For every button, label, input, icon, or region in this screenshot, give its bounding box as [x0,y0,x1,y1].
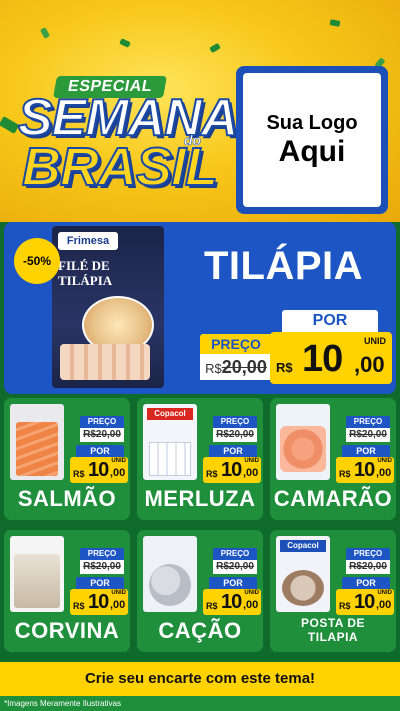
old-price: R$20,00 [346,428,390,442]
new-price: UNID R$ 10 ,00 [336,457,394,483]
unit-label: UNID [377,590,392,596]
featured-offer[interactable]: Frimesa FILÉ DE TILÁPIA -50% TILÁPIA PRE… [4,222,396,394]
por-label: POR [76,445,124,457]
price-integer: 10 [354,459,375,481]
new-price: UNID R$ 10 ,00 [203,457,261,483]
unit-label: UNID [377,458,392,464]
new-price: UNID R$ 10 ,00 [70,589,128,615]
por-label: POR [209,577,257,589]
product-card-cacao[interactable]: PREÇO R$20,00 POR UNID R$ 10 ,00 CAÇÃO [137,530,263,652]
price-cents: ,00 [243,467,259,479]
product-name: SALMÃO [17,486,117,511]
old-price: R$20,00 [346,560,390,574]
featured-price-integer: 10 [302,338,343,380]
discount-badge: -50% [14,238,60,284]
featured-product-image: Frimesa FILÉ DE TILÁPIA [52,226,164,388]
currency: R$ [206,601,218,611]
product-name: CAMARÃO [273,486,393,511]
product-brand: Copacol [147,408,193,420]
price-integer: 10 [88,591,109,613]
product-name: CAÇÃO [158,618,242,643]
confetti-decoration [209,42,221,54]
featured-old-prefix: R$ [205,361,222,376]
merluza-product-image: Copacol [143,404,197,480]
product-brand: Copacol [280,540,326,552]
logo-text-line1: Sua Logo [266,111,358,134]
disclaimer-text: *Imagens Meramente Ilustrativas [0,696,400,711]
product-card-corvina[interactable]: PREÇO R$20,00 POR UNID R$ 10 ,00 CORVINA [4,530,130,652]
price-integer: 10 [221,459,242,481]
unit-label: UNID [111,458,126,464]
unit-label: UNID [244,590,259,596]
old-price: R$20,00 [213,560,257,574]
preco-label: PREÇO [346,548,390,560]
preco-label: PREÇO [213,548,257,560]
por-label: POR [209,445,257,457]
product-package-label: FILÉ DE TILÁPIA [58,258,113,288]
product-card-camarao[interactable]: PREÇO R$20,00 POR UNID R$ 10 ,00 CAMARÃO [270,398,396,520]
old-price: R$20,00 [80,560,124,574]
product-brand: Frimesa [58,232,118,250]
unit-label: UNID [244,458,259,464]
product-name: POSTA DE TILAPIA [300,616,365,644]
price-integer: 10 [354,591,375,613]
currency: R$ [206,469,218,479]
por-label: POR [342,577,390,589]
corvina-product-image [10,536,64,612]
preco-label: PREÇO [213,416,257,428]
confetti-decoration [39,27,51,39]
featured-old-value: 20,00 [221,357,267,377]
price-cents: ,00 [376,599,392,611]
price-cents: ,00 [110,467,126,479]
product-card-merluza[interactable]: Copacol PREÇO R$20,00 POR UNID R$ 10 ,00… [137,398,263,520]
por-label: POR [76,577,124,589]
featured-por-label: POR [282,310,378,332]
confetti-decoration [329,19,341,27]
currency: R$ [73,469,85,479]
new-price: UNID R$ 10 ,00 [203,589,261,615]
preco-label: PREÇO [346,416,390,428]
shrimp-product-image [276,404,330,480]
cacao-product-image [143,536,197,612]
featured-preco-label: PREÇO [200,334,272,354]
salmon-product-image [10,404,64,480]
new-price: UNID R$ 10 ,00 [70,457,128,483]
logo-text-line2: Aqui [278,134,346,168]
product-card-salmao[interactable]: PREÇO R$20,00 POR UNID R$ 10 ,00 SALMÃO [4,398,130,520]
preco-label: PREÇO [80,416,124,428]
price-cents: ,00 [243,599,259,611]
fillet-image [60,344,150,380]
featured-title: TILÁPIA [204,244,364,288]
old-price: R$20,00 [80,428,124,442]
header-banner: ESPECIAL SEMANA do BRASIL Sua Logo Aqui [0,0,400,222]
logo-placeholder[interactable]: Sua Logo Aqui [236,66,388,214]
price-cents: ,00 [110,599,126,611]
posta-tilapia-product-image: Copacol [276,536,330,612]
confetti-decoration [119,38,131,48]
featured-currency: R$ [276,360,293,375]
por-label: POR [342,445,390,457]
featured-price-cents: ,00 [354,352,385,377]
cta-banner[interactable]: Crie seu encarte com este tema! [0,662,400,696]
featured-unit: UNID [364,336,386,346]
currency: R$ [73,601,85,611]
currency: R$ [339,469,351,479]
product-card-posta-tilapia[interactable]: Copacol PREÇO R$20,00 POR UNID R$ 10 ,00… [270,530,396,652]
featured-old-price: R$20,00 [200,354,272,380]
price-integer: 10 [221,591,242,613]
old-price: R$20,00 [213,428,257,442]
price-cents: ,00 [376,467,392,479]
preco-label: PREÇO [80,548,124,560]
featured-new-price: UNID R$ 10 ,00 [270,332,392,384]
product-name: CORVINA [14,618,120,643]
new-price: UNID R$ 10 ,00 [336,589,394,615]
currency: R$ [339,601,351,611]
unit-label: UNID [111,590,126,596]
price-integer: 10 [88,459,109,481]
title-brasil: BRASIL [21,137,219,197]
confetti-decoration [0,116,20,134]
product-name: MERLUZA [144,486,256,511]
